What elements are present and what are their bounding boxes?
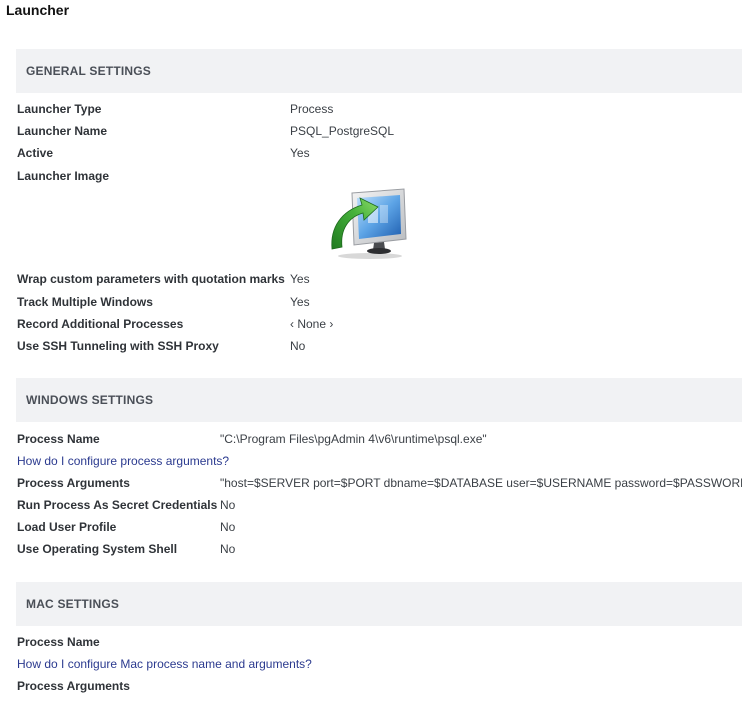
record-processes-label: Record Additional Processes [17, 317, 184, 331]
run-as-secret-row: Run Process As Secret Credentials No [17, 498, 742, 516]
wrap-params-label: Wrap custom parameters with quotation ma… [17, 272, 285, 286]
load-user-profile-label: Load User Profile [17, 520, 117, 534]
windows-process-name-row: Process Name "C:\Program Files\pgAdmin 4… [17, 432, 742, 450]
windows-settings-header: WINDOWS SETTINGS [16, 378, 742, 422]
load-user-profile-value: No [220, 520, 236, 534]
track-windows-row: Track Multiple Windows Yes [17, 295, 742, 313]
launcher-type-label: Launcher Type [17, 102, 102, 116]
ssh-tunneling-row: Use SSH Tunneling with SSH Proxy No [17, 339, 742, 357]
windows-process-name-value: "C:\Program Files\pgAdmin 4\v6\runtime\p… [220, 432, 487, 446]
windows-process-arguments-value: "host=$SERVER port=$PORT dbname=$DATABAS… [220, 476, 742, 490]
load-user-profile-row: Load User Profile No [17, 520, 742, 538]
track-windows-value: Yes [290, 295, 310, 309]
launcher-process-icon [322, 187, 412, 261]
launcher-name-label: Launcher Name [17, 124, 108, 138]
ssh-tunneling-value: No [290, 339, 306, 353]
use-os-shell-row: Use Operating System Shell No [17, 542, 742, 560]
mac-process-name-row: Process Name [17, 635, 742, 653]
process-arguments-help-link[interactable]: How do I configure process arguments? [17, 454, 229, 468]
launcher-name-row: Launcher Name PSQL_PostgreSQL [17, 124, 742, 142]
use-os-shell-value: No [220, 542, 236, 556]
track-windows-label: Track Multiple Windows [17, 295, 153, 309]
launcher-type-row: Launcher Type Process [17, 102, 742, 120]
run-as-secret-value: No [220, 498, 236, 512]
windows-process-name-label: Process Name [17, 432, 100, 446]
active-label: Active [17, 146, 54, 160]
windows-process-arguments-label: Process Arguments [17, 476, 130, 490]
general-settings-title: GENERAL SETTINGS [26, 64, 151, 78]
launcher-name-value: PSQL_PostgreSQL [290, 124, 395, 138]
launcher-image-label: Launcher Image [17, 169, 110, 183]
launcher-type-value: Process [290, 102, 334, 116]
mac-settings-title: MAC SETTINGS [26, 597, 120, 611]
mac-process-name-label: Process Name [17, 635, 100, 649]
mac-process-arguments-row: Process Arguments [17, 679, 742, 697]
mac-process-arguments-label: Process Arguments [17, 679, 130, 693]
page-title: Launcher [6, 2, 70, 18]
windows-process-arguments-row: Process Arguments "host=$SERVER port=$PO… [17, 476, 742, 494]
record-processes-value: ‹ None › [290, 317, 334, 331]
launcher-image-row: Launcher Image [17, 169, 742, 187]
run-as-secret-label: Run Process As Secret Credentials [17, 498, 218, 512]
active-row: Active Yes [17, 146, 742, 164]
general-settings-header: GENERAL SETTINGS [16, 49, 742, 93]
mac-process-help-link[interactable]: How do I configure Mac process name and … [17, 657, 312, 671]
record-processes-row: Record Additional Processes ‹ None › [17, 317, 742, 335]
active-value: Yes [290, 146, 310, 160]
wrap-params-value: Yes [290, 272, 310, 286]
mac-settings-header: MAC SETTINGS [16, 582, 742, 626]
ssh-tunneling-label: Use SSH Tunneling with SSH Proxy [17, 339, 219, 353]
use-os-shell-label: Use Operating System Shell [17, 542, 178, 556]
wrap-params-row: Wrap custom parameters with quotation ma… [17, 272, 742, 290]
windows-settings-title: WINDOWS SETTINGS [26, 393, 154, 407]
